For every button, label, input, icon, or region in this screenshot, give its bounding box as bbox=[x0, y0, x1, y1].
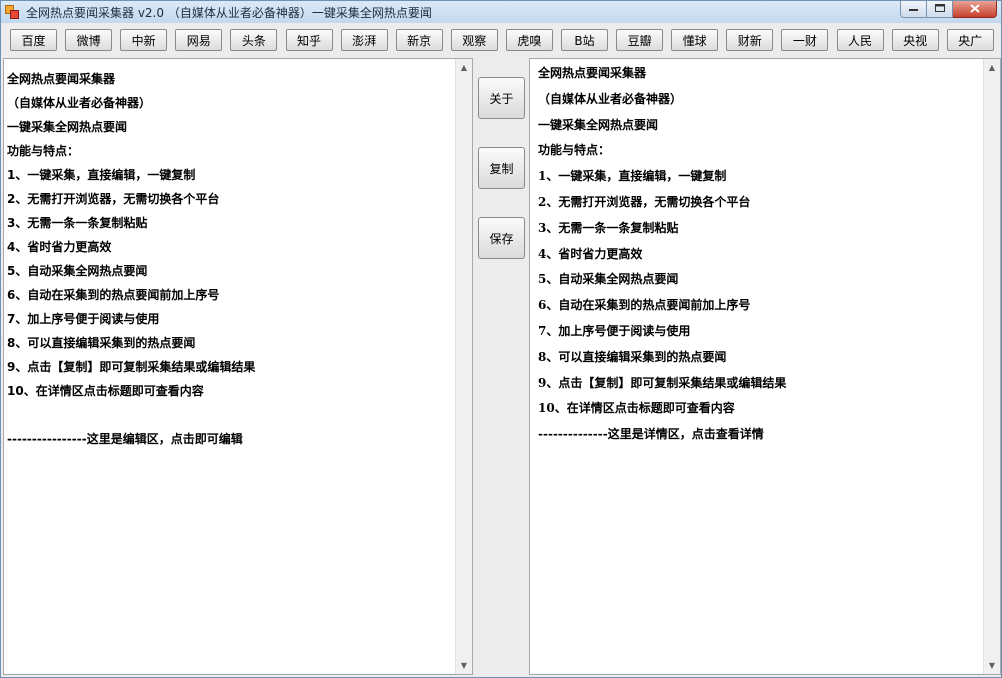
source-button[interactable]: 懂球 bbox=[671, 29, 719, 51]
text-line: 7、加上序号便于阅读与使用 bbox=[538, 323, 691, 338]
source-button[interactable]: 知乎 bbox=[285, 29, 333, 51]
source-button[interactable]: 百度 bbox=[10, 29, 57, 51]
title-bar[interactable]: 全网热点要闻采集器 v2.0 （自媒体从业者必备神器）一键采集全网热点要闻 bbox=[1, 1, 1001, 23]
text-line: 3、无需一条一条复制粘贴 bbox=[7, 216, 148, 230]
close-button[interactable] bbox=[953, 1, 997, 18]
source-button[interactable]: 央视 bbox=[891, 29, 939, 51]
detail-richtext[interactable]: 全网热点要闻采集器 （自媒体从业者必备神器） 一键采集全网热点要闻 功能与特点： 1、一… bbox=[538, 61, 982, 448]
editor-pane[interactable]: 全网热点要闻采集器 （自媒体从业者必备神器） 一键采集全网热点要闻 功能与特点： 1、一… bbox=[3, 58, 473, 675]
text-line bbox=[7, 403, 454, 427]
source-button[interactable]: B站 bbox=[561, 29, 608, 51]
app-icon bbox=[4, 4, 20, 20]
source-button[interactable]: 财新 bbox=[726, 29, 774, 51]
text-line: 5、自动采集全网热点要闻 bbox=[7, 264, 148, 278]
detail-pane[interactable]: 全网热点要闻采集器 （自媒体从业者必备神器） 一键采集全网热点要闻 功能与特点： 1、一… bbox=[529, 58, 1001, 675]
minimize-button[interactable] bbox=[900, 1, 927, 18]
text-line: 3、无需一条一条复制粘贴 bbox=[538, 220, 679, 235]
text-line: 全网热点要闻采集器 bbox=[7, 72, 116, 86]
text-line: 7、加上序号便于阅读与使用 bbox=[7, 312, 160, 326]
app-window: 全网热点要闻采集器 v2.0 （自媒体从业者必备神器）一键采集全网热点要闻 百度… bbox=[0, 0, 1002, 678]
source-button[interactable]: 央广 bbox=[946, 29, 994, 51]
text-line: 9、点击【复制】即可复制采集结果或编辑结果 bbox=[7, 360, 256, 374]
text-line: 8、可以直接编辑采集到的热点要闻 bbox=[7, 336, 196, 350]
text-line: 2、无需打开浏览器，无需切换各个平台 bbox=[7, 192, 220, 206]
source-button[interactable]: 中新 bbox=[120, 29, 168, 51]
text-line: ----------------这里是编辑区，点击即可编辑 bbox=[7, 432, 243, 446]
text-line: 功能与特点： bbox=[538, 143, 611, 158]
text-line: 全网热点要闻采集器 bbox=[538, 66, 647, 80]
source-toolbar: 百度 微博 中新 网易 头条 知乎 澎湃 新京 观察 虎嗅 B站 豆瓣 懂球 财新 一财 人民 央视 央广 bbox=[1, 23, 1001, 57]
text-line: 2、无需打开浏览器，无需切换各个平台 bbox=[538, 194, 751, 209]
source-button[interactable]: 新京 bbox=[395, 29, 443, 51]
detail-scrollbar[interactable]: ▲ ▼ bbox=[983, 59, 1000, 674]
source-button[interactable]: 观察 bbox=[450, 29, 498, 51]
text-line: 一键采集全网热点要闻 bbox=[538, 117, 659, 132]
source-button[interactable]: 微博 bbox=[65, 29, 113, 51]
maximize-button[interactable] bbox=[927, 1, 953, 18]
copy-button[interactable]: 复制 bbox=[478, 147, 525, 189]
text-line: --------------这里是详情区，点击查看详情 bbox=[538, 427, 764, 442]
editor-scrollbar[interactable]: ▲ ▼ bbox=[455, 59, 472, 674]
text-line: （自媒体从业者必备神器） bbox=[538, 91, 683, 106]
source-button[interactable]: 虎嗅 bbox=[505, 29, 553, 51]
source-button[interactable]: 豆瓣 bbox=[616, 29, 664, 51]
text-line: 1、一键采集，直接编辑，一键复制 bbox=[538, 169, 727, 184]
scroll-up-arrow-icon[interactable]: ▲ bbox=[984, 59, 1000, 76]
source-button[interactable]: 澎湃 bbox=[340, 29, 388, 51]
source-button[interactable]: 网易 bbox=[175, 29, 223, 51]
text-line: 功能与特点： bbox=[7, 144, 80, 158]
text-line: 6、自动在采集到的热点要闻前加上序号 bbox=[7, 288, 220, 302]
close-icon bbox=[969, 2, 980, 16]
text-line: 9、点击【复制】即可复制采集结果或编辑结果 bbox=[538, 375, 787, 390]
text-line: 6、自动在采集到的热点要闻前加上序号 bbox=[538, 298, 751, 313]
source-button[interactable]: 头条 bbox=[230, 29, 278, 51]
about-button[interactable]: 关于 bbox=[478, 77, 525, 119]
text-line: 10、在详情区点击标题即可查看内容 bbox=[7, 384, 204, 398]
text-line: 4、省时省力更高效 bbox=[538, 246, 643, 261]
text-line: 1、一键采集，直接编辑，一键复制 bbox=[7, 168, 196, 182]
text-line: 5、自动采集全网热点要闻 bbox=[538, 272, 679, 287]
window-title: 全网热点要闻采集器 v2.0 （自媒体从业者必备神器）一键采集全网热点要闻 bbox=[26, 5, 432, 20]
text-line: 4、省时省力更高效 bbox=[7, 240, 112, 254]
scroll-down-arrow-icon[interactable]: ▼ bbox=[984, 657, 1000, 674]
text-line: 8、可以直接编辑采集到的热点要闻 bbox=[538, 349, 727, 364]
scroll-up-arrow-icon[interactable]: ▲ bbox=[456, 59, 472, 76]
text-line: 10、在详情区点击标题即可查看内容 bbox=[538, 401, 735, 416]
source-button[interactable]: 一财 bbox=[781, 29, 829, 51]
save-button[interactable]: 保存 bbox=[478, 217, 525, 259]
text-line: 一键采集全网热点要闻 bbox=[7, 120, 128, 134]
maximize-icon bbox=[934, 3, 945, 15]
window-controls bbox=[900, 1, 997, 18]
minimize-icon bbox=[909, 4, 918, 15]
text-line: （自媒体从业者必备神器） bbox=[7, 96, 152, 110]
source-button[interactable]: 人民 bbox=[836, 29, 884, 51]
editor-textarea[interactable]: 全网热点要闻采集器 （自媒体从业者必备神器） 一键采集全网热点要闻 功能与特点： 1、一… bbox=[7, 67, 454, 451]
scroll-down-arrow-icon[interactable]: ▼ bbox=[456, 657, 472, 674]
